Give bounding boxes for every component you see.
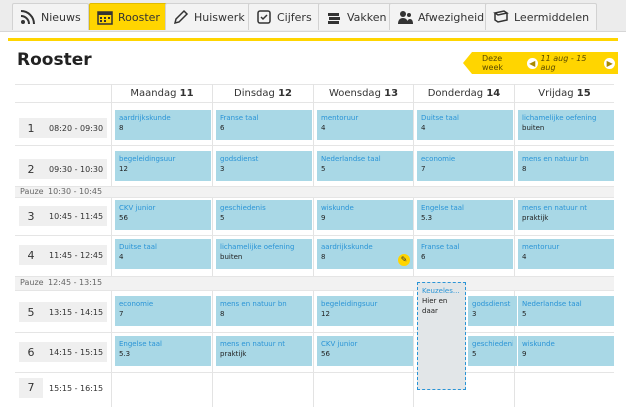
lesson-block[interactable]: geschiedenis5: [216, 200, 312, 230]
lesson-block[interactable]: wiskunde 9: [317, 200, 413, 230]
lesson-block[interactable]: begeleidingsuur 12: [115, 151, 211, 181]
book-icon: [493, 10, 509, 23]
day-header-dinsdag: Dinsdag 12: [234, 88, 292, 99]
tab-label: Huiswerk: [194, 10, 245, 24]
grid-line: [15, 84, 614, 85]
week-navigator: Deze week ◀ 11 aug - 15 aug ▶: [463, 52, 618, 74]
hour-label-6: 6 14:15 - 15:15: [19, 342, 107, 362]
grid-line: [15, 290, 614, 291]
lesson-block[interactable]: economie 7: [115, 296, 211, 326]
hour-label-2: 2 09:30 - 10:30: [19, 159, 107, 179]
lesson-block[interactable]: economie 7: [417, 151, 513, 181]
lesson-block[interactable]: Nederlandse taal 5: [317, 151, 413, 181]
lesson-block[interactable]: CKV junior 56: [317, 336, 413, 366]
tab-label: Afwezigheid: [418, 10, 485, 24]
books-icon: [328, 13, 340, 24]
lesson-block[interactable]: lichamelijke oefening buiten: [216, 239, 312, 269]
page-title: Rooster: [17, 50, 92, 70]
tab-rooster[interactable]: Rooster: [89, 3, 168, 30]
grid-line: [15, 372, 614, 373]
grid-line: [313, 84, 314, 407]
lesson-block[interactable]: begeleidingsuur 12: [317, 296, 413, 326]
lesson-block[interactable]: mens en natuur nt praktijk: [216, 336, 312, 366]
lesson-block[interactable]: lichamelijke oefening buiten: [518, 110, 614, 140]
lesson-block[interactable]: Nederlandse taal 5: [518, 296, 614, 326]
lesson-block[interactable]: Duitse taal 4: [417, 110, 513, 140]
users-icon: [398, 11, 413, 24]
grid-line: [15, 145, 614, 146]
lesson-block[interactable]: mentoruur 4: [518, 239, 614, 269]
lesson-block[interactable]: wiskunde 9: [518, 336, 614, 366]
tab-huiswerk[interactable]: Huiswerk: [165, 3, 253, 30]
tab-vakken[interactable]: Vakken: [318, 3, 395, 30]
day-header-maandag: Maandag 11: [130, 88, 194, 99]
homework-pencil-icon[interactable]: ✎: [398, 254, 410, 266]
lesson-block[interactable]: godsdienst 3: [216, 151, 312, 181]
chevron-left-icon[interactable]: ◀: [526, 57, 538, 69]
lesson-block[interactable]: Engelse taal 5.3: [417, 200, 513, 230]
lesson-block[interactable]: mens en natuur bn 8: [216, 296, 312, 326]
tab-label: Rooster: [118, 10, 160, 24]
tab-label: Leermiddelen: [514, 10, 590, 24]
grid-line: [111, 84, 112, 407]
grid-line: [15, 276, 614, 277]
lesson-block[interactable]: Franse taal 6: [417, 239, 513, 269]
pause-row: Pauze 10:30 - 10:45: [15, 186, 614, 197]
chevron-right-icon[interactable]: ▶: [604, 57, 615, 69]
lesson-block[interactable]: geschiedenis5: [468, 336, 517, 366]
hour-label-4: 4 11:45 - 12:45: [19, 245, 107, 265]
pause-row: Pauze 12:45 - 13:15: [15, 276, 614, 290]
lesson-block[interactable]: godsdienst 3: [468, 296, 517, 326]
week-range: 11 aug - 15 aug: [540, 54, 587, 72]
pencil-icon: [173, 9, 189, 25]
tab-leermiddelen[interactable]: Leermiddelen: [485, 3, 598, 30]
tab-label: Vakken: [347, 10, 387, 24]
top-navigation: Nieuws Rooster Huiswerk Cijfers Vakken A…: [0, 0, 626, 32]
hour-label-1: 1 08:20 - 09:30: [19, 118, 107, 138]
lesson-block[interactable]: Duitse taal 4: [115, 239, 211, 269]
hour-label-5: 5 13:15 - 14:15: [19, 302, 107, 322]
rss-icon: [20, 10, 35, 25]
checkmark-icon: [257, 10, 271, 24]
lesson-block[interactable]: Engelse taal 5.3: [115, 336, 211, 366]
current-week-link[interactable]: Deze week: [482, 54, 524, 72]
elective-lesson-block[interactable]: Keuzeles... Hier en daar: [417, 282, 466, 390]
grid-line: [15, 186, 614, 187]
lesson-block[interactable]: CKV junior 56: [115, 200, 211, 230]
grid-line: [15, 197, 614, 198]
lesson-block[interactable]: mens en natuur bn 8: [518, 151, 614, 181]
tab-label: Nieuws: [41, 10, 81, 24]
tab-label: Cijfers: [277, 10, 312, 24]
lesson-block[interactable]: aardrijkskunde 8: [115, 110, 211, 140]
day-header-woensdag: Woensdag 13: [328, 88, 399, 99]
lesson-block[interactable]: mentoruur 4: [317, 110, 413, 140]
hour-label-3: 3 10:45 - 11:45: [19, 206, 107, 226]
tab-afwezigheid[interactable]: Afwezigheid: [389, 3, 493, 30]
grid-line: [15, 235, 614, 236]
grid-line: [15, 102, 614, 103]
day-header-vrijdag: Vrijdag 15: [538, 88, 591, 99]
tab-cijfers[interactable]: Cijfers: [248, 3, 320, 30]
calendar-icon: [97, 11, 113, 25]
tab-nieuws[interactable]: Nieuws: [12, 3, 89, 30]
hour-label-7: 7 15:15 - 16:15: [19, 378, 107, 398]
day-header-donderdag: Donderdag 14: [427, 88, 501, 99]
lesson-block[interactable]: mens en natuur nt praktijk: [518, 200, 614, 230]
grid-line: [413, 84, 414, 407]
grid-line: [212, 84, 213, 407]
lesson-block[interactable]: Franse taal 6: [216, 110, 312, 140]
lesson-block[interactable]: aardrijkskunde 8 ✎: [317, 239, 413, 269]
grid-line: [15, 332, 614, 333]
